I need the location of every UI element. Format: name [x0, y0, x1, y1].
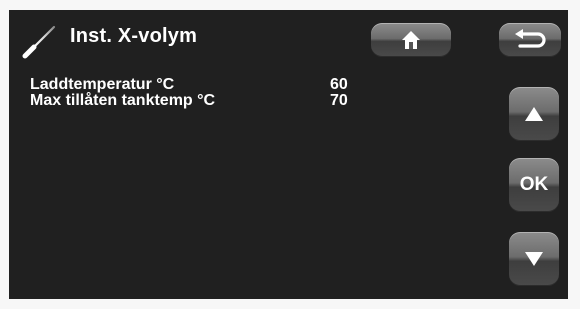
arrow-down-icon: [525, 252, 543, 266]
setting-value: 70: [330, 92, 348, 109]
display-screen: Inst. X-volym Laddtemperatur °C 60 Max t…: [9, 10, 568, 299]
back-button[interactable]: [499, 23, 561, 57]
page-title: Inst. X-volym: [70, 25, 198, 47]
up-button[interactable]: [509, 87, 559, 141]
setting-label: Laddtemperatur °C: [30, 76, 175, 93]
ok-button-label: OK: [519, 174, 549, 195]
arrow-up-icon: [525, 107, 543, 121]
setting-row-max-tanktemp[interactable]: Max tillåten tanktemp °C 70: [30, 92, 348, 109]
setting-label: Max tillåten tanktemp °C: [30, 92, 216, 109]
back-arrow-icon: [515, 29, 546, 48]
setting-value: 60: [330, 76, 348, 93]
thermometer-probe-icon: [22, 25, 56, 59]
down-button[interactable]: [509, 232, 559, 286]
home-icon: [402, 31, 420, 49]
setting-row-laddtemperatur[interactable]: Laddtemperatur °C 60: [30, 76, 348, 93]
ok-button[interactable]: OK: [509, 158, 559, 212]
home-button[interactable]: [371, 23, 451, 57]
